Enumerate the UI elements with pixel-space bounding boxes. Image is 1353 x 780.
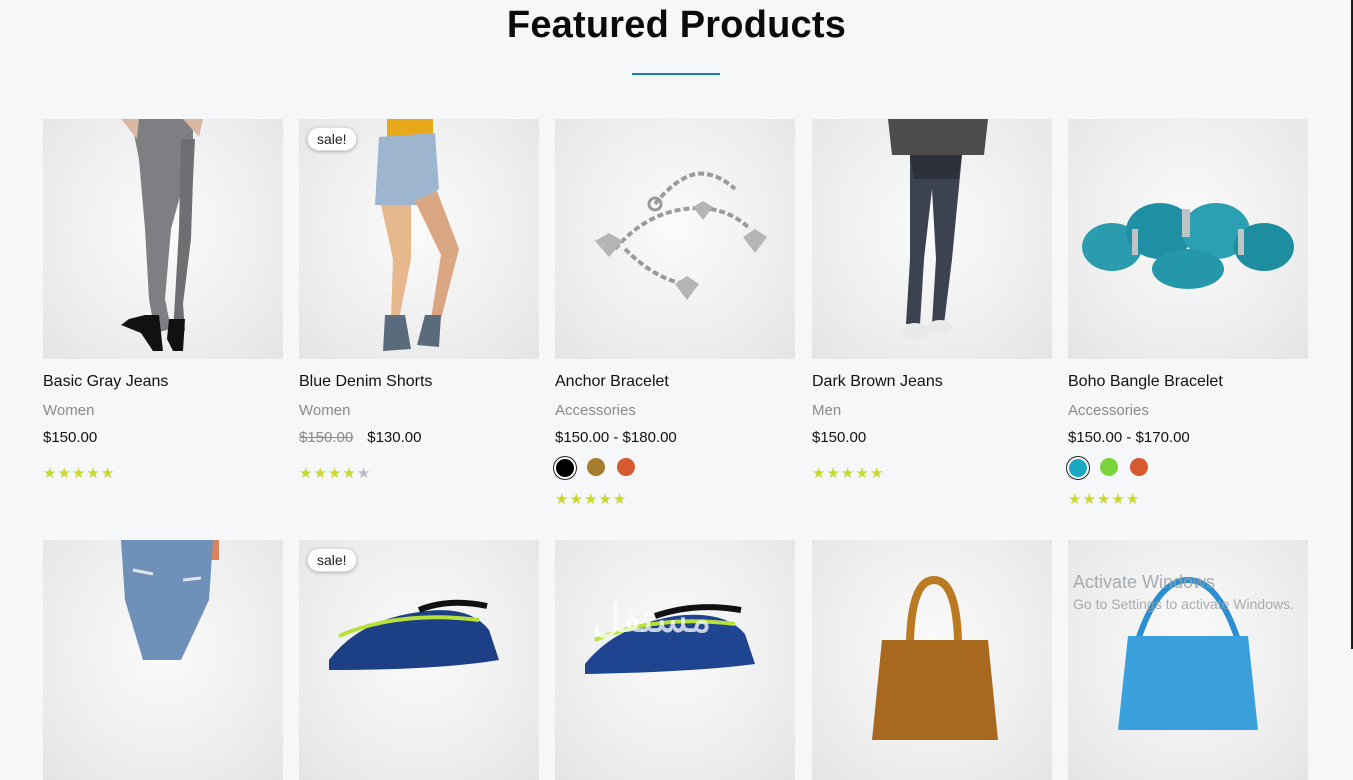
color-swatch-gold[interactable]	[587, 458, 605, 476]
price-value: $150.00	[812, 429, 867, 446]
star-icon: ★	[612, 491, 627, 508]
star-empty-icon: ★	[356, 465, 371, 482]
star-icon: ★	[100, 465, 115, 482]
ripped-jeans-photo	[121, 540, 219, 660]
product-card[interactable]	[43, 540, 283, 780]
product-card[interactable]	[555, 540, 795, 780]
product-card[interactable]: Basic Gray Jeans Women $150.00 ★ ★ ★ ★ ★	[43, 119, 283, 481]
color-swatch-orange[interactable]	[1130, 458, 1148, 476]
product-card[interactable]	[812, 540, 1052, 780]
star-icon: ★	[327, 465, 342, 482]
star-icon: ★	[1082, 491, 1096, 508]
product-image[interactable]: sale!	[299, 540, 539, 780]
product-image[interactable]	[812, 119, 1052, 359]
product-image[interactable]	[555, 540, 795, 780]
product-category[interactable]: Accessories	[1068, 402, 1149, 419]
star-icon: ★	[1111, 491, 1125, 508]
rating-stars: ★ ★ ★ ★ ★	[555, 492, 626, 507]
price-value: $130.00	[367, 429, 422, 446]
star-icon: ★	[342, 465, 356, 482]
star-icon: ★	[598, 491, 612, 508]
product-image[interactable]	[43, 540, 283, 780]
product-image[interactable]	[1068, 119, 1308, 359]
star-icon: ★	[869, 465, 884, 482]
star-icon: ★	[555, 491, 569, 508]
star-icon: ★	[71, 465, 86, 482]
color-swatch-blue[interactable]	[1069, 459, 1087, 477]
product-card[interactable]: Boho Bangle Bracelet Accessories $150.00…	[1068, 119, 1308, 507]
product-category[interactable]: Men	[812, 402, 841, 419]
denim-shorts-photo	[375, 119, 459, 351]
section-title: Featured Products	[506, 4, 847, 46]
color-swatch-black[interactable]	[556, 459, 574, 477]
sneaker-photo	[585, 604, 755, 674]
star-icon: ★	[43, 465, 57, 482]
star-icon: ★	[313, 465, 327, 482]
sale-badge: sale!	[307, 548, 357, 572]
price-value: $150.00	[43, 429, 98, 446]
star-icon: ★	[1068, 491, 1082, 508]
product-category[interactable]: Accessories	[555, 402, 636, 419]
sale-badge: sale!	[307, 127, 357, 151]
product-image[interactable]	[812, 540, 1052, 780]
original-price: $150.00	[299, 429, 354, 446]
product-price: $150.00 - $170.00	[1068, 429, 1190, 446]
rating-stars: ★ ★ ★ ★ ★	[299, 466, 370, 481]
product-name[interactable]: Blue Denim Shorts	[299, 373, 432, 391]
star-icon: ★	[812, 465, 826, 482]
product-card[interactable]: sale! Blue Denim Shorts Women $150.00 $13…	[299, 119, 539, 481]
product-image[interactable]	[43, 119, 283, 359]
dark-jeans-photo	[888, 119, 988, 339]
product-card[interactable]	[1068, 540, 1308, 780]
price-value: $150.00 - $180.00	[555, 429, 677, 446]
color-swatches	[1068, 458, 1148, 478]
rating-stars: ★ ★ ★ ★ ★	[1068, 492, 1139, 507]
star-icon: ★	[826, 465, 840, 482]
title-underline	[632, 73, 720, 75]
product-category[interactable]: Women	[299, 402, 350, 419]
product-price: $150.00	[812, 429, 866, 446]
product-card[interactable]: Dark Brown Jeans Men $150.00 ★ ★ ★ ★ ★	[812, 119, 1052, 481]
product-name[interactable]: Anchor Bracelet	[555, 373, 669, 391]
chain-bracelet-photo	[595, 171, 767, 300]
sneaker-photo	[329, 599, 499, 670]
blue-handbag-photo	[1118, 576, 1258, 730]
product-price: $150.00 $130.00	[299, 429, 421, 446]
star-icon: ★	[1125, 491, 1140, 508]
product-image[interactable]	[1068, 540, 1308, 780]
price-value: $150.00 - $170.00	[1068, 429, 1190, 446]
product-card[interactable]: sale!	[299, 540, 539, 780]
color-swatches	[555, 458, 635, 478]
star-icon: ★	[1096, 491, 1111, 508]
leather-handbag-photo	[872, 575, 998, 740]
gray-jeans-photo	[121, 119, 203, 351]
star-icon: ★	[86, 465, 100, 482]
turquoise-bracelet-photo	[1082, 203, 1294, 289]
color-swatch-green[interactable]	[1100, 458, 1118, 476]
star-icon: ★	[299, 465, 313, 482]
product-name[interactable]: Dark Brown Jeans	[812, 373, 943, 391]
star-icon: ★	[855, 465, 869, 482]
star-icon: ★	[569, 491, 583, 508]
product-name[interactable]: Boho Bangle Bracelet	[1068, 373, 1223, 391]
product-name[interactable]: Basic Gray Jeans	[43, 373, 168, 391]
product-card[interactable]: Anchor Bracelet Accessories $150.00 - $1…	[555, 119, 795, 507]
rating-stars: ★ ★ ★ ★ ★	[43, 466, 114, 481]
product-price: $150.00 - $180.00	[555, 429, 677, 446]
product-image[interactable]: sale!	[299, 119, 539, 359]
product-category[interactable]: Women	[43, 402, 94, 419]
color-swatch-orange[interactable]	[617, 458, 635, 476]
product-price: $150.00	[43, 429, 97, 446]
product-image[interactable]	[555, 119, 795, 359]
star-icon: ★	[583, 491, 598, 508]
star-icon: ★	[57, 465, 71, 482]
star-icon: ★	[840, 465, 855, 482]
rating-stars: ★ ★ ★ ★ ★	[812, 466, 883, 481]
